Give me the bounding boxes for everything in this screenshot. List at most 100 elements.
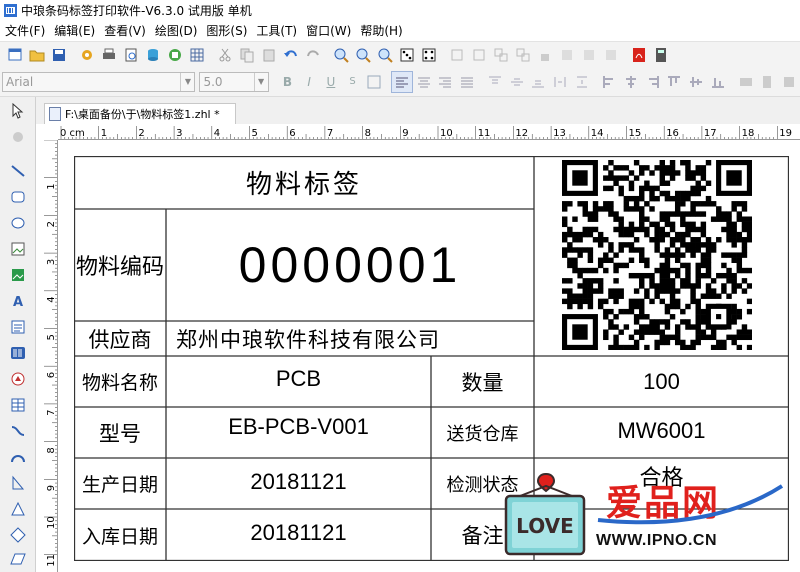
group-button[interactable] xyxy=(490,44,512,66)
qty-label: 数量 xyxy=(461,370,504,395)
settings-button[interactable] xyxy=(76,44,98,66)
grid-button[interactable] xyxy=(186,44,208,66)
text-format-button[interactable] xyxy=(363,71,385,93)
ungroup-button[interactable] xyxy=(512,44,534,66)
valign-top-button[interactable] xyxy=(484,71,506,93)
photo-tool[interactable] xyxy=(7,265,29,285)
multiline-text-tool[interactable] xyxy=(7,317,29,337)
diamond-tool[interactable] xyxy=(7,525,29,545)
select-tool[interactable] xyxy=(7,101,29,121)
polyline-tool[interactable] xyxy=(7,473,29,493)
align-objects-right[interactable] xyxy=(642,71,664,93)
qrcode-tool[interactable] xyxy=(7,369,29,389)
rectangle-tool[interactable] xyxy=(7,187,29,207)
copy-button[interactable] xyxy=(236,44,258,66)
align-objects-center[interactable] xyxy=(620,71,642,93)
chevron-down-icon: ▼ xyxy=(253,72,268,91)
align-objects-bottom[interactable] xyxy=(707,71,729,93)
tab-document[interactable]: F:\桌面备份\于\物料标签1.zhl * xyxy=(44,103,236,124)
menu-tools[interactable]: 工具(T) xyxy=(253,21,303,41)
distribute-button[interactable] xyxy=(600,44,622,66)
parallelogram-tool[interactable] xyxy=(7,549,29,569)
barcode-tool[interactable] xyxy=(7,343,29,363)
align-center-button[interactable] xyxy=(413,71,435,93)
strikethrough-button[interactable]: S xyxy=(342,71,364,93)
underline-button[interactable]: U xyxy=(320,71,342,93)
new-doc-button[interactable] xyxy=(4,44,26,66)
same-size-button[interactable] xyxy=(778,71,800,93)
align-right-button[interactable] xyxy=(435,71,457,93)
preview-button[interactable] xyxy=(120,44,142,66)
database-button[interactable] xyxy=(142,44,164,66)
arc-tool[interactable] xyxy=(7,447,29,467)
ruler-tick-label: 6 xyxy=(289,128,295,139)
menu-draw[interactable]: 绘图(D) xyxy=(152,21,204,41)
valign-middle-button[interactable] xyxy=(506,71,528,93)
ruler-tick-label: 15 xyxy=(629,128,642,139)
label-title: 物料标签 xyxy=(245,170,362,200)
export-pdf-button[interactable] xyxy=(628,44,650,66)
font-size-select[interactable]: 5.0 ▼ xyxy=(199,71,269,92)
zoom-in-button[interactable] xyxy=(330,44,352,66)
send-back-button[interactable] xyxy=(578,44,600,66)
zoom-fit-button[interactable] xyxy=(374,44,396,66)
supplier-label: 供应商 xyxy=(88,327,152,352)
ruler-tick-label: 19 xyxy=(779,128,792,139)
align-objects-icon xyxy=(711,77,724,88)
pan-tool[interactable] xyxy=(7,127,29,147)
justify-button[interactable] xyxy=(456,71,478,93)
window-title: 中琅条码标签打印软件-V6.3.0 试用版 单机 xyxy=(21,4,252,18)
spacing-button-1[interactable] xyxy=(549,71,571,93)
actual-size-button[interactable] xyxy=(396,44,418,66)
redo-button[interactable] xyxy=(302,44,324,66)
paste-button[interactable] xyxy=(258,44,280,66)
menu-shape[interactable]: 图形(S) xyxy=(203,21,253,41)
cut-button[interactable] xyxy=(214,44,236,66)
align-objects-middle[interactable] xyxy=(685,71,707,93)
image-tool[interactable] xyxy=(7,239,29,259)
ruler-tick-label: 2 xyxy=(138,128,144,139)
table-icon xyxy=(11,398,25,412)
open-button[interactable] xyxy=(26,44,48,66)
curve-tool[interactable] xyxy=(7,421,29,441)
same-height-button[interactable] xyxy=(756,71,778,93)
line-tool[interactable] xyxy=(7,161,29,181)
valign-bottom-button[interactable] xyxy=(527,71,549,93)
menu-help[interactable]: 帮助(H) xyxy=(357,21,408,41)
align-objects-top[interactable] xyxy=(664,71,686,93)
model-label: 型号 xyxy=(99,421,141,446)
zoom-out-button[interactable] xyxy=(352,44,374,66)
calculator-button[interactable] xyxy=(650,44,672,66)
print-button[interactable] xyxy=(98,44,120,66)
menu-edit[interactable]: 编辑(E) xyxy=(51,21,101,41)
table-tool[interactable] xyxy=(7,395,29,415)
triangle-tool[interactable] xyxy=(7,499,29,519)
align-tool-1[interactable] xyxy=(446,44,468,66)
text-tool[interactable]: A xyxy=(7,291,29,311)
ruler-tick-label: 4 xyxy=(214,128,220,139)
menu-view[interactable]: 查看(V) xyxy=(101,21,152,41)
spacing-button-2[interactable] xyxy=(571,71,593,93)
undo-button[interactable] xyxy=(280,44,302,66)
align-objects-left[interactable] xyxy=(599,71,621,93)
ruler-tick-label: 11 xyxy=(46,554,57,567)
align-objects-icon xyxy=(648,75,659,88)
ruler-tick-label: 9 xyxy=(46,485,57,491)
lock-button[interactable] xyxy=(534,44,556,66)
hand-icon xyxy=(13,132,23,142)
align-tool-2[interactable] xyxy=(468,44,490,66)
bold-button[interactable]: B xyxy=(277,71,299,93)
import-button[interactable] xyxy=(164,44,186,66)
font-name-select[interactable]: Arial ▼ xyxy=(2,71,196,92)
italic-button[interactable]: I xyxy=(298,71,320,93)
menu-window[interactable]: 窗口(W) xyxy=(303,21,357,41)
bring-front-button[interactable] xyxy=(556,44,578,66)
page-size-button[interactable] xyxy=(418,44,440,66)
menu-file[interactable]: 文件(F) xyxy=(2,21,51,41)
save-button[interactable] xyxy=(48,44,70,66)
ruler-tick-label: 12 xyxy=(515,128,528,139)
ellipse-tool[interactable] xyxy=(7,213,29,233)
align-left-button[interactable] xyxy=(391,70,413,93)
parallelogram-icon xyxy=(10,553,26,565)
same-width-button[interactable] xyxy=(735,71,757,93)
